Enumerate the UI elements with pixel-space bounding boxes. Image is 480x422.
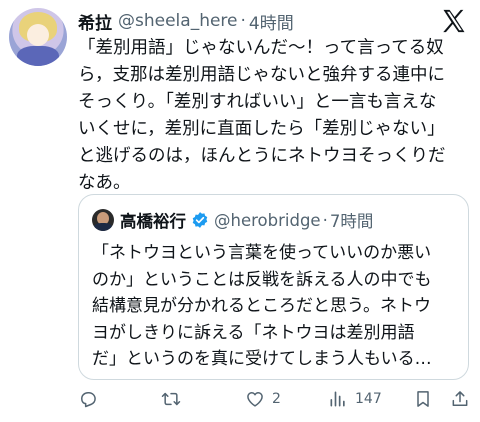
tweet-text-line: ら，支那は差別用語じゃないと強弁する連中に	[78, 65, 445, 85]
quoted-tweet-text: 「ネトウヨという言葉を使っていいのか悪い のか」ということは反戦を訴える人の中で…	[92, 240, 464, 373]
quoted-header-separator: ·	[322, 210, 328, 230]
reply-icon	[81, 392, 96, 408]
avatar-face	[27, 24, 49, 46]
views-icon	[330, 391, 345, 407]
quoted-author-avatar[interactable]	[92, 209, 114, 231]
tweet-action-bar: 2 147	[78, 386, 470, 412]
tweet-text: 「差別用語」じゃないんだ〜！って言ってる奴 ら，支那は差別用語じゃないと強弁する…	[78, 35, 470, 197]
verified-badge-icon	[192, 212, 208, 228]
quoted-tweet-header: 高橋裕行 @herobridge · 7時間	[120, 208, 373, 232]
share-button[interactable]	[450, 386, 470, 412]
like-icon	[247, 392, 263, 407]
author-display-name[interactable]: 希拉	[78, 9, 112, 34]
quoted-tweet[interactable]: 高橋裕行 @herobridge · 7時間 「ネトウヨという言葉を使っていいの…	[78, 194, 469, 380]
avatar-body	[17, 46, 59, 66]
tweet-text-line: なあ。	[78, 173, 131, 193]
tweet-text-line: 「差別用語」じゃないんだ〜！って言ってる奴	[78, 38, 444, 58]
tweet-timestamp[interactable]: 4時間	[249, 9, 294, 34]
quoted-avatar-body	[94, 223, 112, 231]
retweet-icon	[161, 392, 181, 406]
tweet-text-line: そっくり。「差別すればいい」と一言も言えな	[78, 92, 437, 112]
tweet-text-line: と逃げるのは，ほんとうにネトウヨそっくりだ	[78, 146, 446, 166]
bookmark-button[interactable]	[413, 386, 433, 412]
tweet[interactable]: 希拉 @sheela_here · 4時間 「差別用語」じゃないんだ〜！って言っ…	[0, 0, 480, 422]
quoted-tweet-timestamp[interactable]: 7時間	[330, 208, 374, 232]
quoted-author-display-name[interactable]: 高橋裕行	[120, 208, 186, 232]
quoted-text-line: 「ネトウヨという言葉を使っていいのか悪い	[92, 243, 432, 263]
quoted-text-line: 結構意見が分かれるところだと思う。ネトウ	[92, 296, 431, 316]
retweet-button[interactable]	[161, 386, 181, 412]
quoted-text-line: だ」というのを真に受けてしまう人もいる…	[92, 349, 432, 369]
like-button[interactable]: 2	[245, 386, 281, 412]
x-logo-icon[interactable]	[440, 7, 468, 35]
header-separator: ·	[240, 11, 246, 31]
reply-button[interactable]	[78, 386, 98, 412]
author-handle[interactable]: @sheela_here	[118, 11, 238, 31]
quoted-text-line: のか」ということは反戦を訴える人の中でも	[92, 269, 432, 290]
tweet-text-line: いくせに，差別に直面したら「差別じゃない」	[78, 119, 445, 139]
tweet-header: 希拉 @sheela_here · 4時間	[78, 9, 294, 34]
quoted-author-handle[interactable]: @herobridge	[214, 211, 321, 230]
share-icon	[452, 391, 468, 406]
author-avatar[interactable]	[9, 8, 67, 66]
like-count: 2	[272, 391, 281, 407]
views-count: 147	[355, 391, 382, 407]
bookmark-icon	[417, 391, 429, 407]
views-button[interactable]: 147	[328, 386, 382, 412]
quoted-text-line: ヨがしきりに訴える「ネトウヨは差別用語	[92, 322, 415, 343]
